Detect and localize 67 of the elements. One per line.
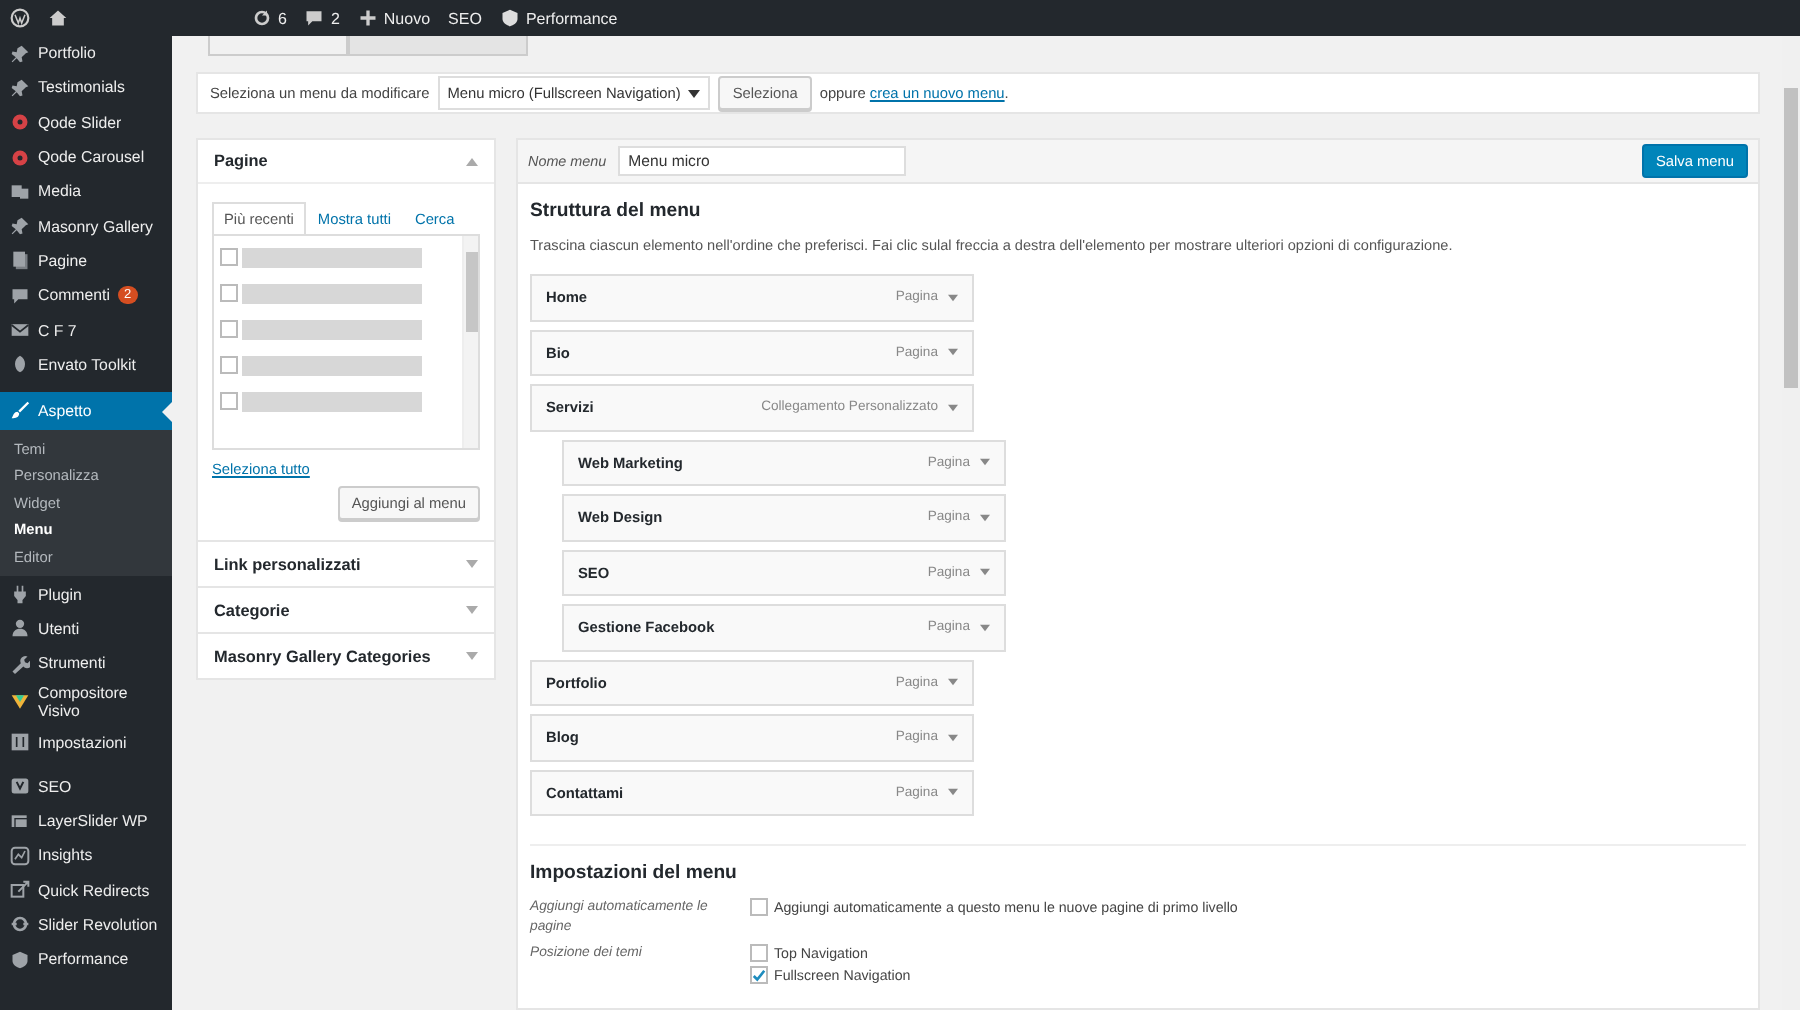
accordion-title: Pagine <box>214 152 268 170</box>
toolbar-item[interactable]: Performance <box>499 8 618 28</box>
checkbox[interactable] <box>750 898 768 916</box>
pushpin-icon <box>10 77 30 98</box>
section-heading: Impostazioni del menu <box>530 862 739 884</box>
paintbrush-icon <box>10 400 30 421</box>
caret-icon[interactable] <box>948 348 958 357</box>
circle-icon <box>10 112 30 133</box>
accordion-header[interactable]: Pagine <box>198 140 494 184</box>
wordpress-logo-icon[interactable] <box>10 8 30 28</box>
accordion-title: Link personalizzati <box>214 555 361 573</box>
home-icon[interactable] <box>48 8 68 28</box>
leaf-icon <box>10 354 30 375</box>
shield-icon <box>10 949 30 970</box>
checkbox[interactable] <box>220 356 238 374</box>
checkbox[interactable] <box>220 248 238 266</box>
section-heading: Struttura del menu <box>530 200 703 222</box>
caret-icon[interactable] <box>948 403 958 412</box>
checkbox[interactable] <box>220 392 238 410</box>
wrench-icon <box>10 653 30 674</box>
user-icon <box>10 618 30 639</box>
expand-arrow-icon[interactable] <box>466 606 478 614</box>
triangle-icon <box>10 692 30 713</box>
envelope-icon <box>10 320 30 341</box>
accordion-header[interactable]: Link personalizzati <box>198 542 494 586</box>
caret-icon[interactable] <box>948 733 958 742</box>
sliders-icon <box>10 732 30 752</box>
caret-icon[interactable] <box>980 458 990 467</box>
refresh-icon[interactable] <box>252 8 272 28</box>
pushpin-icon <box>10 43 30 64</box>
checkbox[interactable] <box>750 944 768 962</box>
toolbar-item[interactable]: 2 <box>304 8 340 28</box>
caret-icon <box>688 89 701 97</box>
page-icon <box>10 250 30 271</box>
expand-arrow-icon[interactable] <box>466 652 478 660</box>
accordion-title: Masonry Gallery Categories <box>214 647 431 665</box>
pushpin-icon <box>10 216 30 237</box>
shield-icon[interactable] <box>499 8 520 28</box>
plus-icon[interactable] <box>357 8 378 28</box>
collapse-arrow-icon[interactable] <box>466 157 478 165</box>
caret-icon[interactable] <box>980 568 990 577</box>
caret-icon[interactable] <box>948 293 958 302</box>
accordion-header[interactable]: Categorie <box>198 588 494 632</box>
plug-icon <box>10 584 30 605</box>
caret-icon[interactable] <box>948 678 958 687</box>
checkbox[interactable] <box>220 320 238 338</box>
accordion-title: Categorie <box>214 601 290 619</box>
layers-icon <box>10 811 30 832</box>
media-icon <box>10 181 30 202</box>
toolbar-link[interactable]: SEO <box>448 9 482 27</box>
checkbox[interactable] <box>220 284 238 302</box>
caret-icon[interactable] <box>980 513 990 522</box>
checkbox[interactable] <box>750 966 768 984</box>
chart-icon <box>10 845 30 866</box>
accordion-header[interactable]: Masonry Gallery Categories <box>198 634 494 678</box>
external-link-icon <box>10 880 30 901</box>
seo-icon <box>10 776 30 797</box>
toolbar-item[interactable]: Nuovo <box>357 8 431 28</box>
comment-icon[interactable] <box>304 8 325 28</box>
caret-icon[interactable] <box>980 623 990 632</box>
toolbar-item[interactable]: 6 <box>252 8 287 28</box>
caret-icon[interactable] <box>948 788 958 797</box>
refresh-icon <box>10 914 30 935</box>
circle-icon <box>10 147 30 168</box>
comment-icon <box>10 285 30 306</box>
scrollbar[interactable] <box>462 236 478 448</box>
expand-arrow-icon[interactable] <box>466 560 478 568</box>
